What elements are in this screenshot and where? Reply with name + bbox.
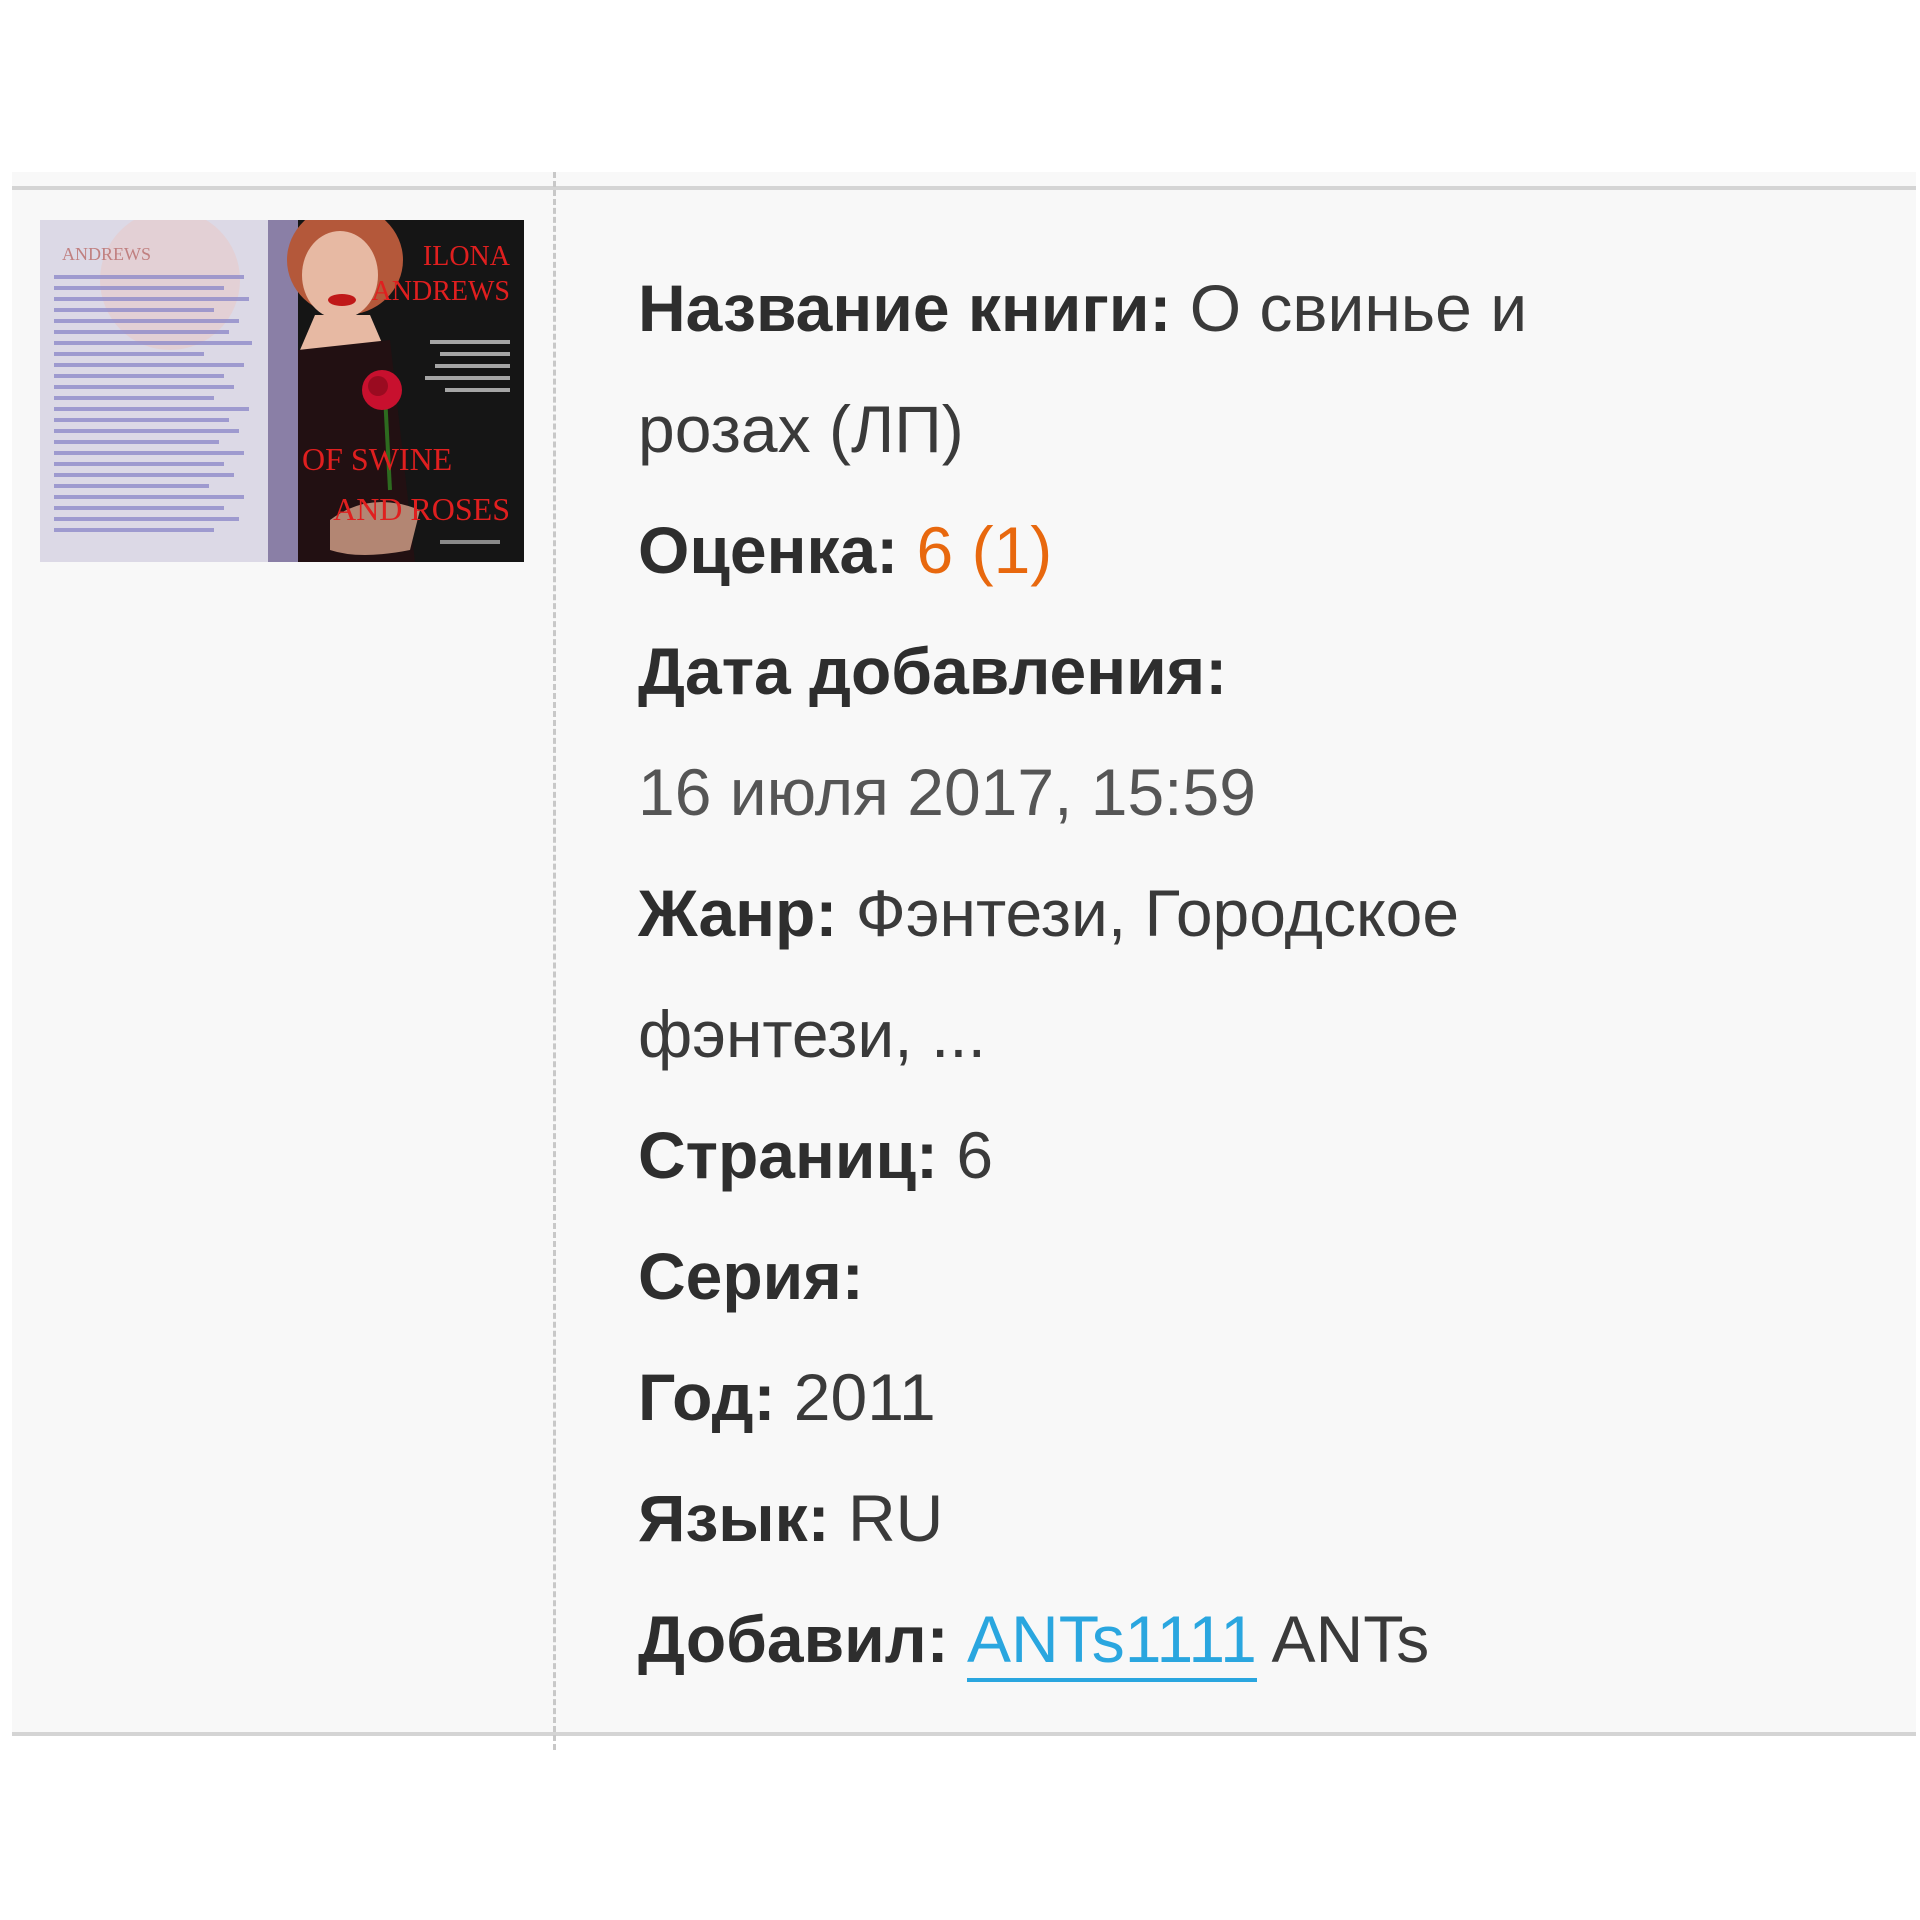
genre-label: Жанр: [638,876,838,950]
genre-value-line1: Фэнтези, Городское [855,876,1460,950]
language-value: RU [847,1481,944,1555]
book-cover-art: ANDREWS ILONA ANDREWS OF SWINE AND ROSES [40,220,524,562]
cover-back-heading: ANDREWS [62,244,151,264]
pages-label: Страниц: [638,1118,938,1192]
series-row: Серия: [638,1216,1838,1337]
title-row-continued: розах (ЛП) [638,369,1838,490]
added-by-label: Добавил: [638,1602,949,1676]
language-label: Язык: [638,1481,830,1555]
rating-label: Оценка: [638,513,899,587]
date-value: 16 июля 2017, 15:59 [638,755,1256,829]
cover-title-line1: OF SWINE [302,441,452,477]
user-profile-link[interactable]: ANTs1111 [967,1602,1257,1682]
book-info: Название книги: О свинье и розах (ЛП) Оц… [638,248,1838,1700]
title-value-line2: розах (ЛП) [638,392,964,466]
title-label: Название книги: [638,271,1172,345]
genre-row: Жанр: Фэнтези, Городское [638,853,1838,974]
title-value-line1: О свинье и [1189,271,1528,345]
date-label: Дата добавления: [638,634,1228,708]
cover-title-line2: AND ROSES [333,491,510,527]
cover-author-line2: ANDREWS [372,276,510,307]
rating-row: Оценка: 6 (1) [638,490,1838,611]
series-label: Серия: [638,1239,864,1313]
book-cover-image[interactable]: ANDREWS ILONA ANDREWS OF SWINE AND ROSES [40,220,524,562]
date-row: Дата добавления: [638,611,1838,732]
cover-author-line1: ILONA [423,241,511,272]
pages-row: Страниц: 6 [638,1095,1838,1216]
title-row: Название книги: О свинье и [638,248,1838,369]
added-by-name: ANTs [1271,1602,1430,1676]
added-by-row: Добавил: ANTs1111 ANTs [638,1579,1838,1700]
column-divider [553,172,556,1750]
year-label: Год: [638,1360,776,1434]
year-value: 2011 [793,1360,936,1434]
genre-row-continued: фэнтези, ... [638,974,1838,1095]
language-row: Язык: RU [638,1458,1838,1579]
year-row: Год: 2011 [638,1337,1838,1458]
date-row-value: 16 июля 2017, 15:59 [638,732,1838,853]
rating-value: 6 (1) [916,513,1053,587]
genre-value-line2: фэнтези, ... [638,997,986,1071]
card-top-strip [12,172,1916,186]
pages-value: 6 [956,1118,994,1192]
